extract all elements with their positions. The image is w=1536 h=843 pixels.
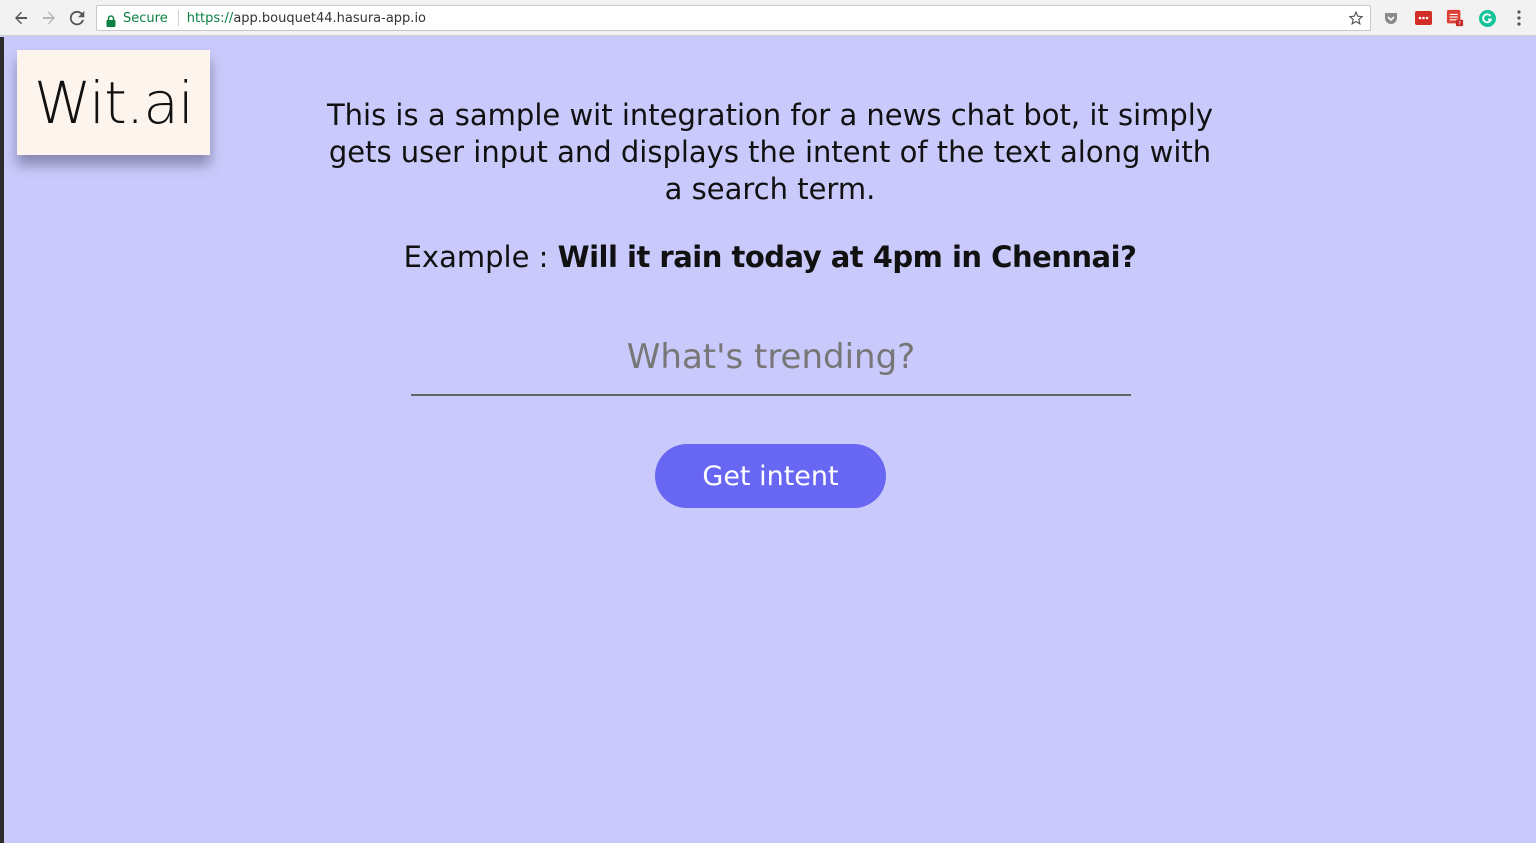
bookmark-star-button[interactable] xyxy=(1346,8,1366,28)
address-bar[interactable]: Secure https://app.bouquet44.hasura-app.… xyxy=(96,5,1371,31)
lock-icon xyxy=(106,12,116,27)
reload-icon xyxy=(69,10,85,26)
logo-text: Wit.ai xyxy=(33,68,194,137)
intro-paragraph: This is a sample wit integration for a n… xyxy=(318,97,1222,208)
lastpass-extension-button[interactable] xyxy=(1414,9,1432,27)
intro-line: a search term. xyxy=(664,172,876,206)
secure-label: Secure xyxy=(123,10,168,26)
grammarly-icon xyxy=(1478,9,1496,27)
svg-text:?: ? xyxy=(1458,21,1461,27)
url-scheme: https:// xyxy=(186,10,234,26)
example-label: Example : xyxy=(403,240,549,274)
lastpass-icon xyxy=(1414,11,1432,25)
window-edge xyxy=(0,37,4,843)
forward-button[interactable] xyxy=(38,7,60,29)
logo-card: Wit.ai xyxy=(17,50,210,155)
intro-line: gets user input and displays the intent … xyxy=(328,135,1212,169)
kebab-menu-icon xyxy=(1517,10,1521,26)
url-host: app.bouquet44.hasura-app.io xyxy=(233,10,427,26)
example-query: Will it rain today at 4pm in Chennai? xyxy=(557,240,1137,274)
reload-button[interactable] xyxy=(66,7,88,29)
star-icon xyxy=(1349,11,1363,25)
browser-toolbar: Secure https://app.bouquet44.hasura-app.… xyxy=(0,0,1536,36)
back-arrow-icon xyxy=(15,11,27,25)
get-intent-button[interactable]: Get intent xyxy=(655,444,886,508)
forward-arrow-icon xyxy=(43,11,55,25)
browser-menu-button[interactable] xyxy=(1510,9,1528,27)
pocket-extension-button[interactable] xyxy=(1382,9,1400,27)
back-button[interactable] xyxy=(10,7,32,29)
todoist-icon: ? xyxy=(1446,9,1464,27)
url-divider xyxy=(177,10,179,26)
example-line: Example : Will it rain today at 4pm in C… xyxy=(318,240,1222,274)
todoist-extension-button[interactable]: ? xyxy=(1446,9,1464,27)
pocket-icon xyxy=(1385,13,1397,24)
search-field-container xyxy=(411,330,1131,396)
intro-line: This is a sample wit integration for a n… xyxy=(326,98,1214,132)
search-input[interactable] xyxy=(411,330,1131,384)
grammarly-extension-button[interactable] xyxy=(1478,9,1496,27)
url-text: https://app.bouquet44.hasura-app.io xyxy=(187,11,426,26)
